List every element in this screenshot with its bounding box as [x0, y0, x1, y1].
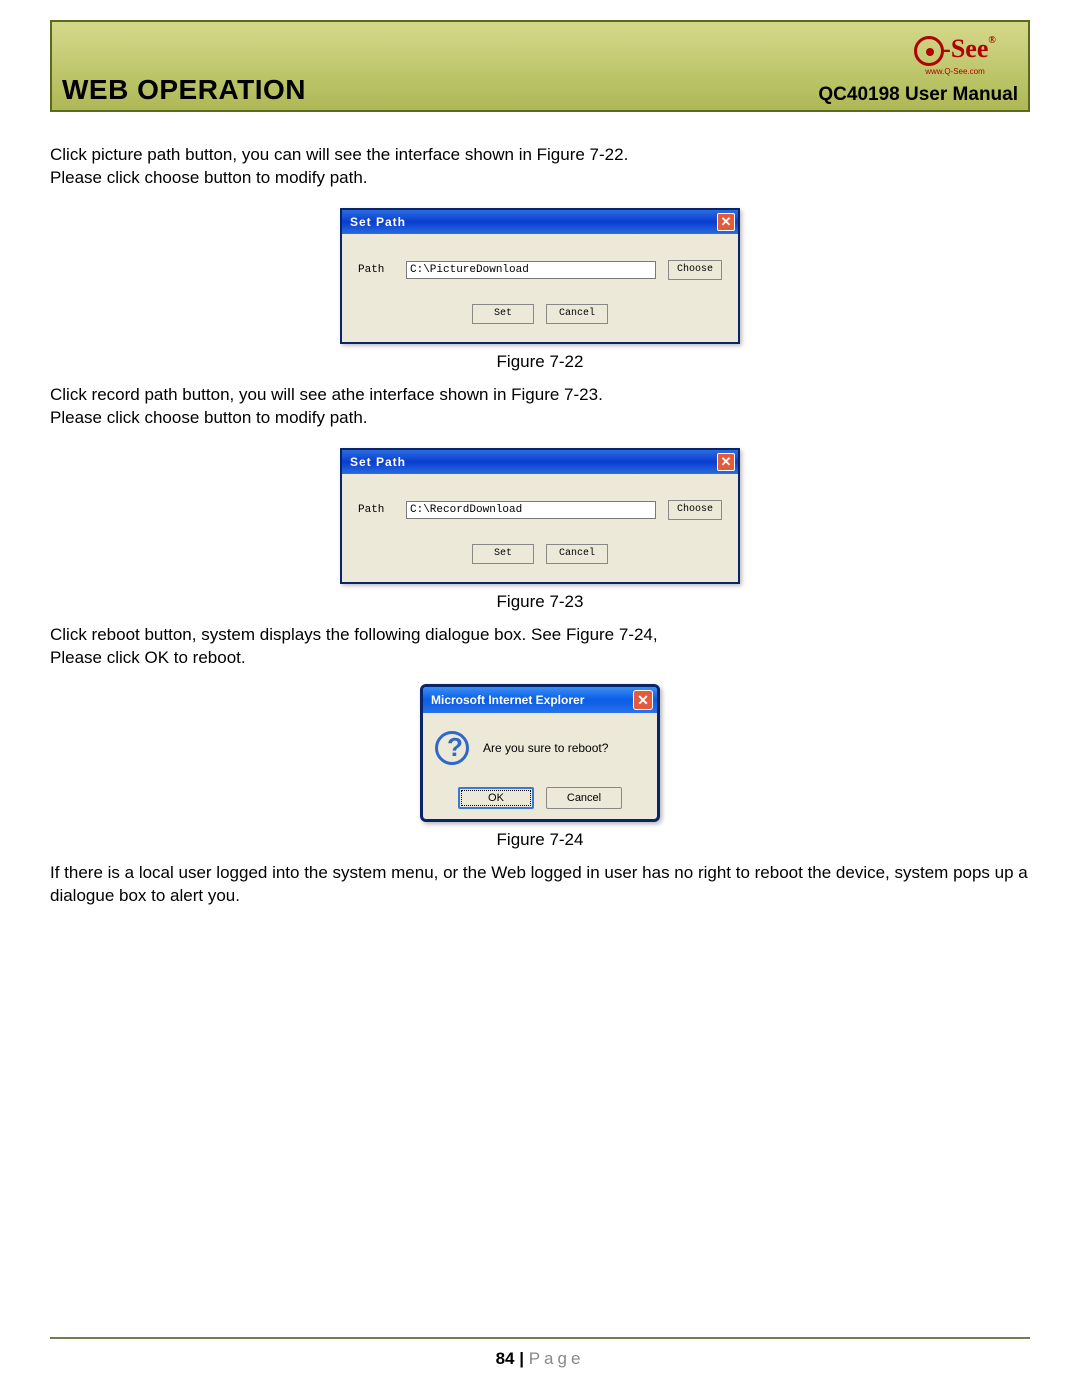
set-path-dialog-23: Set Path ✕ Path Choose Set Cancel	[340, 448, 740, 584]
dialog-body: Path Choose Set Cancel	[342, 474, 738, 582]
paragraph-3: Click reboot button, system displays the…	[50, 624, 1030, 670]
dialog-titlebar[interactable]: Set Path ✕	[342, 450, 738, 474]
paragraph-1: Click picture path button, you can will …	[50, 144, 1030, 190]
dialog-titlebar[interactable]: Set Path ✕	[342, 210, 738, 234]
dialog-body: Are you sure to reboot? OK Cancel	[423, 713, 657, 819]
set-path-dialog-22: Set Path ✕ Path Choose Set Cancel	[340, 208, 740, 344]
dialog-message: Are you sure to reboot?	[483, 741, 608, 755]
qsee-logo: -See® www.Q-See.com	[890, 26, 1020, 86]
paragraph-3a: Click reboot button, system displays the…	[50, 625, 658, 644]
logo-eye-icon	[914, 36, 944, 66]
set-button[interactable]: Set	[472, 544, 534, 564]
close-icon[interactable]: ✕	[633, 690, 653, 710]
page-subtitle: QC40198 User Manual	[818, 84, 1018, 106]
paragraph-2b: Please click choose button to modify pat…	[50, 408, 368, 427]
cancel-button[interactable]: Cancel	[546, 304, 608, 324]
cancel-button[interactable]: Cancel	[546, 544, 608, 564]
paragraph-3b: Please click OK to reboot.	[50, 648, 246, 667]
path-input[interactable]	[406, 261, 656, 279]
set-button[interactable]: Set	[472, 304, 534, 324]
paragraph-1b: Please click choose button to modify pat…	[50, 168, 368, 187]
dialog-title: Set Path	[350, 455, 406, 469]
figure-caption-22: Figure 7-22	[50, 352, 1030, 372]
logo-text: -See	[942, 34, 988, 63]
dialog-titlebar[interactable]: Microsoft Internet Explorer ✕	[423, 687, 657, 713]
page-title: WEB OPERATION	[62, 74, 306, 106]
path-label: Path	[358, 504, 394, 516]
close-icon[interactable]: ✕	[717, 213, 735, 231]
choose-button[interactable]: Choose	[668, 260, 722, 280]
dialog-title: Microsoft Internet Explorer	[431, 693, 584, 707]
path-label: Path	[358, 264, 394, 276]
footer-divider	[50, 1337, 1030, 1339]
paragraph-1a: Click picture path button, you can will …	[50, 145, 628, 164]
footer-label: Page	[529, 1349, 585, 1368]
paragraph-4: If there is a local user logged into the…	[50, 862, 1030, 908]
dialog-title: Set Path	[350, 215, 406, 229]
paragraph-2a: Click record path button, you will see a…	[50, 385, 603, 404]
path-input[interactable]	[406, 501, 656, 519]
logo-url: www.Q-See.com	[925, 67, 985, 76]
logo-graphic: -See®	[914, 36, 996, 66]
choose-button[interactable]: Choose	[668, 500, 722, 520]
footer-bar: |	[515, 1349, 529, 1368]
figure-caption-24: Figure 7-24	[50, 830, 1030, 850]
page-footer: 84 | Page	[0, 1349, 1080, 1369]
paragraph-2: Click record path button, you will see a…	[50, 384, 1030, 430]
dialog-body: Path Choose Set Cancel	[342, 234, 738, 342]
ok-button[interactable]: OK	[458, 787, 534, 809]
close-icon[interactable]: ✕	[717, 453, 735, 471]
page-number: 84	[496, 1349, 515, 1368]
page-header: -See® www.Q-See.com WEB OPERATION QC4019…	[50, 20, 1030, 112]
ie-confirm-dialog: Microsoft Internet Explorer ✕ Are you su…	[420, 684, 660, 822]
question-icon	[435, 731, 469, 765]
figure-caption-23: Figure 7-23	[50, 592, 1030, 612]
cancel-button[interactable]: Cancel	[546, 787, 622, 809]
